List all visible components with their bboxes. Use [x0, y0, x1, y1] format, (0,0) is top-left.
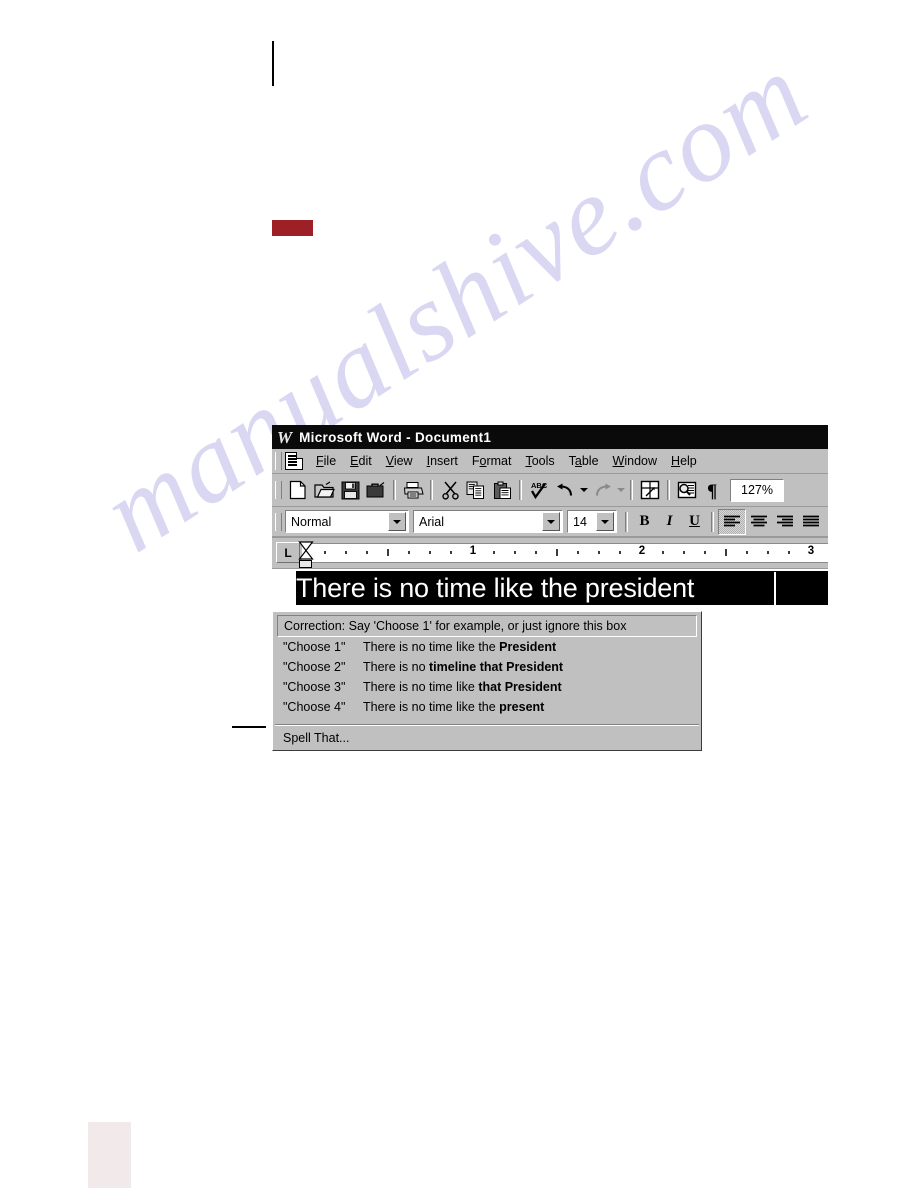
document-text-value: There is no time like the president: [296, 573, 695, 603]
word-w-logo-icon: W: [277, 427, 293, 447]
undo-dropdown-arrow-icon[interactable]: [578, 477, 589, 503]
list-item[interactable]: "Choose 2" There is no timeline that Pre…: [273, 660, 701, 680]
briefcase-icon[interactable]: [363, 477, 389, 503]
standard-toolbar: ABC ¶ 127%: [272, 474, 828, 507]
align-justify-button[interactable]: [798, 510, 824, 534]
menu-bar: File Edit View Insert Format Tools Table…: [272, 449, 828, 474]
toolbar-separator: [711, 511, 714, 532]
menubar-drag-handle[interactable]: [275, 452, 282, 470]
correction-choice-list: "Choose 1" There is no time like the Pre…: [273, 639, 701, 723]
toolbar-separator: [430, 480, 433, 500]
tab-stop-selector[interactable]: L: [276, 542, 300, 563]
standard-toolbar-drag-handle[interactable]: [275, 481, 282, 499]
horizontal-ruler[interactable]: L 1 2 3: [272, 538, 828, 569]
font-combo[interactable]: Arial: [413, 510, 563, 533]
menu-item-help[interactable]: Help: [664, 453, 704, 469]
align-left-button[interactable]: [718, 508, 746, 535]
word-application-window: W Microsoft Word - Document1 File Edit V…: [272, 425, 828, 759]
menu-item-format[interactable]: Format: [465, 453, 519, 469]
choice-command: "Choose 2": [283, 660, 346, 674]
formatting-toolbar: Normal Arial 14 B I U: [272, 507, 828, 538]
page-root: manualshive.com W Microsoft Word - Docum…: [0, 0, 918, 1188]
list-item[interactable]: "Choose 3" There is no time like that Pr…: [273, 680, 701, 700]
choice-command: "Choose 1": [283, 640, 346, 654]
font-size-combo-value: 14: [573, 514, 587, 529]
selected-document-text[interactable]: There is no time like the president: [296, 571, 828, 605]
toolbar-separator: [519, 480, 522, 500]
font-combo-value: Arial: [419, 514, 445, 529]
indent-hourglass-icon: [298, 541, 314, 560]
bold-button[interactable]: B: [632, 510, 657, 534]
ruler-number: 2: [638, 545, 646, 557]
spell-that-button[interactable]: Spell That...: [273, 726, 701, 750]
voice-correction-panel[interactable]: Correction: Say 'Choose 1' for example, …: [272, 611, 702, 751]
list-item[interactable]: "Choose 4" There is no time like the pre…: [273, 700, 701, 720]
document-canvas[interactable]: There is no time like the president Corr…: [272, 569, 828, 759]
clipboard-icon[interactable]: [489, 477, 515, 503]
printer-icon[interactable]: [400, 477, 426, 503]
toolbar-separator: [625, 511, 628, 532]
menu-item-file[interactable]: File: [309, 453, 343, 469]
underline-button[interactable]: U: [682, 510, 707, 534]
callout-leader-line: [232, 726, 266, 728]
style-combo-chevron-down-icon[interactable]: [388, 512, 406, 531]
left-indent-marker[interactable]: [299, 560, 312, 568]
pilcrow-icon[interactable]: ¶: [700, 477, 726, 503]
window-titlebar: W Microsoft Word - Document1: [272, 425, 828, 449]
list-item[interactable]: "Choose 1" There is no time like the Pre…: [273, 640, 701, 660]
choice-text: There is no time like the present: [363, 700, 545, 714]
redo-dropdown-arrow-icon[interactable]: [615, 477, 626, 503]
new-page-icon[interactable]: [285, 477, 311, 503]
font-combo-chevron-down-icon[interactable]: [542, 512, 560, 531]
document-icon[interactable]: [285, 452, 303, 470]
toolbar-separator: [393, 480, 396, 500]
choice-command: "Choose 4": [283, 700, 346, 714]
toolbar-separator: [630, 480, 633, 500]
copy-icon[interactable]: [463, 477, 489, 503]
choice-text: There is no timeline that President: [363, 660, 564, 674]
ruler-scale[interactable]: 1 2 3: [302, 543, 828, 563]
formatting-toolbar-drag-handle[interactable]: [275, 512, 282, 531]
text-caret: [774, 572, 776, 605]
undo-arrow-icon[interactable]: [552, 477, 578, 503]
choice-text: There is no time like the President: [363, 640, 557, 654]
abc-check-icon[interactable]: ABC: [526, 477, 552, 503]
menu-item-window[interactable]: Window: [606, 453, 664, 469]
font-size-combo[interactable]: 14: [567, 510, 617, 533]
margin-rule-line: [272, 41, 274, 86]
red-section-marker: [272, 220, 313, 236]
menu-item-tools[interactable]: Tools: [518, 453, 561, 469]
menu-item-edit[interactable]: Edit: [343, 453, 379, 469]
menu-item-view[interactable]: View: [379, 453, 420, 469]
italic-button[interactable]: I: [657, 510, 682, 534]
scissors-icon[interactable]: [437, 477, 463, 503]
menu-item-table[interactable]: Table: [562, 453, 606, 469]
font-size-combo-chevron-down-icon[interactable]: [596, 512, 614, 531]
menu-item-insert[interactable]: Insert: [420, 453, 465, 469]
style-combo[interactable]: Normal: [285, 510, 409, 533]
choice-text: There is no time like that President: [363, 680, 562, 694]
style-combo-value: Normal: [291, 514, 332, 529]
zoom-level-value: 127%: [741, 483, 773, 497]
align-right-button[interactable]: [772, 510, 798, 534]
toolbar-separator: [667, 480, 670, 500]
svg-text:¶: ¶: [707, 481, 717, 500]
choice-command: "Choose 3": [283, 680, 346, 694]
open-folder-icon[interactable]: [311, 477, 337, 503]
correction-instruction-bar: Correction: Say 'Choose 1' for example, …: [277, 615, 697, 637]
ruler-number: 1: [469, 545, 477, 557]
align-center-button[interactable]: [746, 510, 772, 534]
table-grid-icon[interactable]: [637, 477, 663, 503]
magnifier-page-icon[interactable]: [674, 477, 700, 503]
floppy-disk-icon[interactable]: [337, 477, 363, 503]
ruler-number: 3: [807, 545, 815, 557]
zoom-level-combo[interactable]: 127%: [730, 478, 784, 502]
window-title: Microsoft Word - Document1: [299, 429, 492, 445]
redo-arrow-icon[interactable]: [589, 477, 615, 503]
page-corner-block: [88, 1122, 131, 1188]
indent-markers[interactable]: [298, 540, 314, 568]
